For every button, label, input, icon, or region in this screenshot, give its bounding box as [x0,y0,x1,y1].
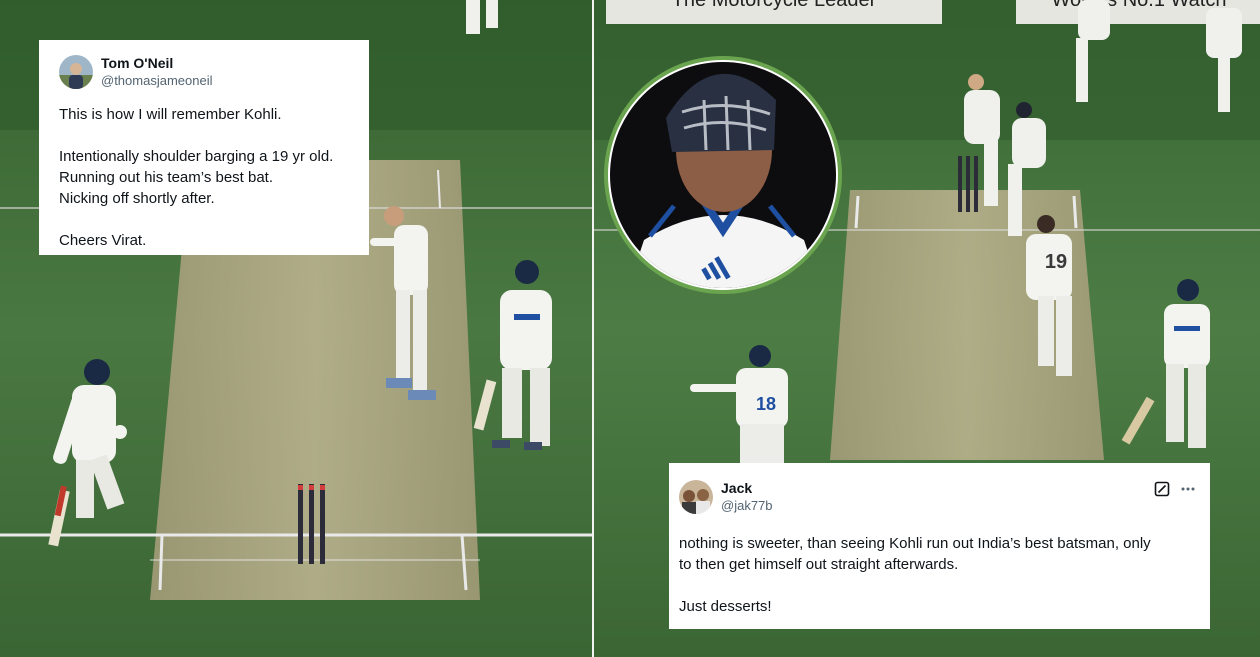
tweet-header: Tom O'Neil @thomasjameoneil [59,54,349,90]
jersey-number-18: 18 [756,394,776,414]
tweet-text: This is how I will remember Kohli. Inten… [59,104,349,251]
tweet-line: This is how I will remember Kohli. [59,106,282,123]
ad-board-right-text: World's No.1 Watch [1052,0,1227,11]
tweet-author-name[interactable]: Jack [721,479,773,497]
avatar[interactable] [679,480,713,514]
more-icon[interactable] [1180,481,1196,502]
tweet-line: Just desserts! [679,598,772,615]
stumps [298,484,325,564]
tweet-author-handle[interactable]: @jak77b [721,497,773,515]
stumps-right [958,156,978,212]
tweet-line: nothing is sweeter, than seeing Kohli ru… [679,535,1151,552]
tweet-text: nothing is sweeter, than seeing Kohli ru… [679,533,1200,617]
avatar[interactable] [59,55,93,89]
tweet-line: Cheers Virat. [59,232,147,249]
jersey-number-19: 19 [1045,251,1067,273]
tweet-card-jack: Jack @jak77b nothing is sweeter, than se… [669,463,1210,629]
grok-icon[interactable] [1154,481,1170,502]
tweet-line: Intentionally shoulder barging a 19 yr o… [59,148,334,165]
ad-board-left-text: The Motorcycle Leader [672,0,877,11]
tweet-author-name[interactable]: Tom O'Neil [101,54,212,72]
tweet-actions [1154,481,1196,502]
tweet-line: to then get himself out straight afterwa… [679,556,959,573]
tweet-header: Jack @jak77b [679,479,1200,515]
tweet-author-handle[interactable]: @thomasjameoneil [101,72,212,90]
tweet-card-tom: Tom O'Neil @thomasjameoneil This is how … [39,40,369,255]
tweet-line: Running out his team’s best bat. [59,169,274,186]
tweet-line: Nicking off shortly after. [59,190,215,207]
